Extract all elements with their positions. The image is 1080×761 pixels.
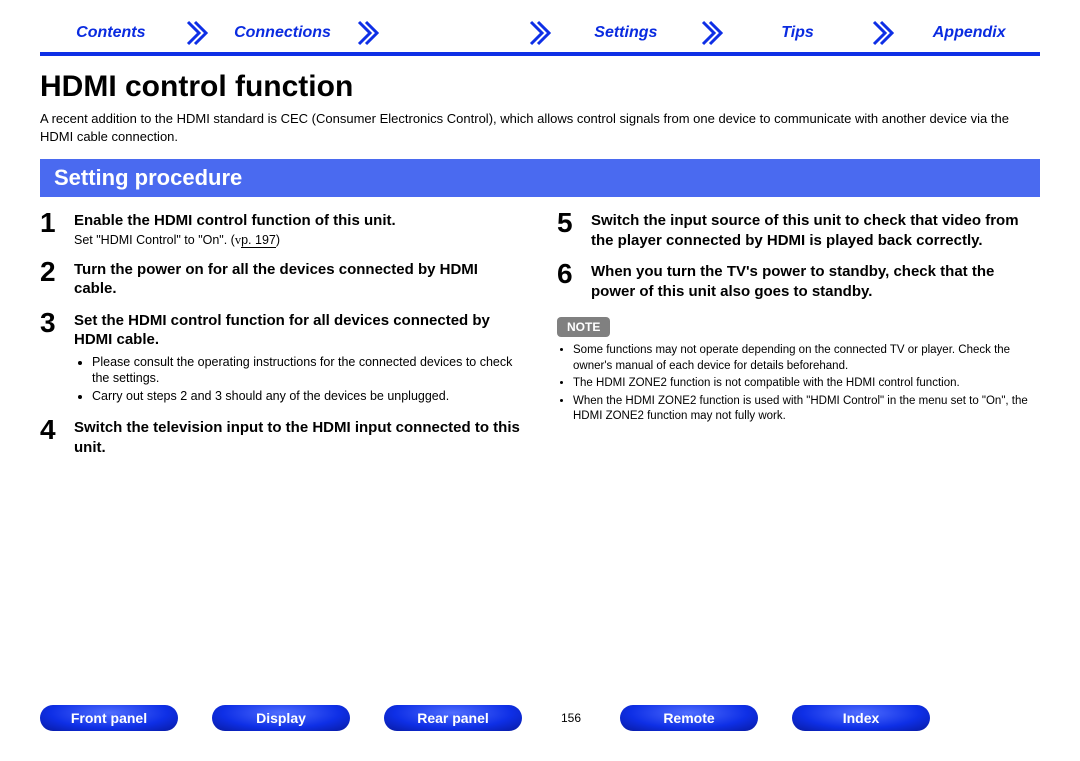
step-head: Switch the television input to the HDMI … <box>74 416 523 457</box>
step-head: Enable the HDMI control function of this… <box>74 209 523 231</box>
pill-label: Front panel <box>71 710 147 726</box>
nav-rule <box>40 52 1040 56</box>
note-badge: NOTE <box>557 317 610 337</box>
note-bullet: Some functions may not operate depending… <box>573 343 1040 374</box>
bottom-nav-index[interactable]: Index <box>792 705 930 731</box>
step-number: 4 <box>40 416 74 457</box>
note-bullets: Some functions may not operate depending… <box>557 343 1040 425</box>
tab-label: Contents <box>76 24 145 42</box>
tab-tips[interactable]: Tips <box>727 18 869 48</box>
pill-label: Remote <box>663 710 714 726</box>
step-5: 5 Switch the input source of this unit t… <box>557 209 1040 250</box>
pill-label: Index <box>843 710 880 726</box>
page-number: 156 <box>556 711 586 725</box>
step-4: 4 Switch the television input to the HDM… <box>40 416 523 457</box>
steps-columns: 1 Enable the HDMI control function of th… <box>40 209 1040 467</box>
tab-label: Settings <box>594 24 657 42</box>
step-bullet: Carry out steps 2 and 3 should any of th… <box>92 388 523 404</box>
top-nav: Contents Connections Playback Settings T… <box>40 18 1040 48</box>
step-head: When you turn the TV's power to standby,… <box>591 260 1040 301</box>
step-2: 2 Turn the power on for all the devices … <box>40 258 523 299</box>
bottom-nav-front-panel[interactable]: Front panel <box>40 705 178 731</box>
nav-separator <box>697 18 727 48</box>
nav-separator <box>868 18 898 48</box>
nav-separator <box>353 18 383 48</box>
step-3: 3 Set the HDMI control function for all … <box>40 309 523 407</box>
pill-label: Rear panel <box>417 710 489 726</box>
page-title: HDMI control function <box>40 70 1040 104</box>
step-number: 3 <box>40 309 74 407</box>
step-bullet: Please consult the operating instruction… <box>92 354 523 387</box>
tab-contents[interactable]: Contents <box>40 18 182 48</box>
step-head: Switch the input source of this unit to … <box>591 209 1040 250</box>
tab-settings[interactable]: Settings <box>555 18 697 48</box>
tab-appendix[interactable]: Appendix <box>898 18 1040 48</box>
section-heading: Setting procedure <box>40 159 1040 197</box>
note-bullet: The HDMI ZONE2 function is not compatibl… <box>573 376 1040 392</box>
step-1: 1 Enable the HDMI control function of th… <box>40 209 523 248</box>
right-column: 5 Switch the input source of this unit t… <box>557 209 1040 467</box>
intro-text: A recent addition to the HDMI standard i… <box>40 110 1040 145</box>
bottom-nav-remote[interactable]: Remote <box>620 705 758 731</box>
tab-label: Tips <box>781 24 814 42</box>
bottom-nav-display[interactable]: Display <box>212 705 350 731</box>
bottom-nav-rear-panel[interactable]: Rear panel <box>384 705 522 731</box>
step-sub-post: ) <box>276 233 280 247</box>
step-number: 6 <box>557 260 591 301</box>
left-column: 1 Enable the HDMI control function of th… <box>40 209 523 467</box>
tab-label: Playback <box>419 24 488 42</box>
step-bullets: Please consult the operating instruction… <box>74 354 523 405</box>
step-sub-pre: Set "HDMI Control" to "On". ( <box>74 233 235 247</box>
step-number: 5 <box>557 209 591 250</box>
tab-playback[interactable]: Playback <box>383 18 525 48</box>
nav-separator <box>525 18 555 48</box>
step-head: Turn the power on for all the devices co… <box>74 258 523 299</box>
step-number: 2 <box>40 258 74 299</box>
step-6: 6 When you turn the TV's power to standb… <box>557 260 1040 301</box>
step-number: 1 <box>40 209 74 248</box>
step-subtext: Set "HDMI Control" to "On". (vp. 197) <box>74 233 523 248</box>
pill-label: Display <box>256 710 306 726</box>
note-bullet: When the HDMI ZONE2 function is used wit… <box>573 394 1040 425</box>
tab-label: Connections <box>234 24 331 42</box>
tab-connections[interactable]: Connections <box>212 18 354 48</box>
bottom-nav: Front panel Display Rear panel 156 Remot… <box>40 705 1040 731</box>
nav-separator <box>182 18 212 48</box>
tab-label: Appendix <box>933 24 1006 42</box>
step-head: Set the HDMI control function for all de… <box>74 309 523 350</box>
page-ref-link[interactable]: p. 197 <box>241 233 276 248</box>
